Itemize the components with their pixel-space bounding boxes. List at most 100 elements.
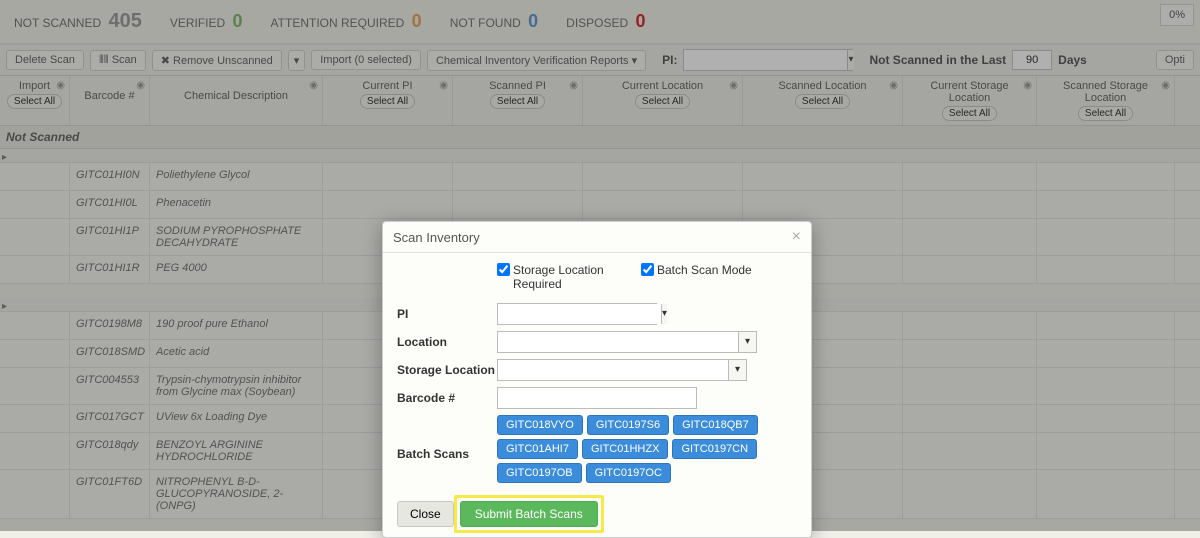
filter-icon[interactable]: ◉	[889, 80, 898, 91]
select-all-scanned-pi[interactable]: Select All	[490, 94, 545, 109]
close-icon[interactable]: ×	[792, 228, 801, 246]
select-all-current-loc[interactable]: Select All	[635, 94, 690, 109]
col-barcode[interactable]: ◉ Barcode #	[70, 76, 150, 125]
filter-icon[interactable]: ◉	[1023, 80, 1032, 91]
cell-barcode: GITC0198M8	[70, 312, 150, 339]
stat-disposed: DISPOSED 0	[566, 11, 645, 32]
batch-scan-tag[interactable]: GITC0197S6	[587, 415, 669, 435]
days-input[interactable]	[1012, 50, 1052, 70]
remove-unscanned-label: Remove Unscanned	[173, 55, 273, 67]
col-scanned-pi[interactable]: ◉ Scanned PI Select All	[453, 76, 583, 125]
toolbar-pi-input[interactable]	[684, 50, 847, 70]
batch-mode-input[interactable]	[641, 263, 654, 276]
cell-barcode: GITC01HI0L	[70, 191, 150, 218]
section-not-scanned: Not Scanned	[0, 126, 1200, 149]
cell-scanned-stor	[1037, 433, 1175, 469]
stats-bar: NOT SCANNED 405 VERIFIED 0 ATTENTION REQ…	[0, 0, 1200, 44]
col-current-storage[interactable]: ◉ Current Storage Location Select All	[903, 76, 1037, 125]
modal-storage-input[interactable]	[498, 360, 728, 380]
import-selected-button[interactable]: Import (0 selected)	[311, 50, 421, 70]
cell-barcode: GITC018qdy	[70, 433, 150, 469]
modal-storage-select[interactable]: ▾	[497, 359, 747, 381]
cell-scanned-stor	[1037, 312, 1175, 339]
batch-scan-tag[interactable]: GITC018QB7	[673, 415, 758, 435]
batch-scan-tag[interactable]: GITC01HHZX	[582, 439, 668, 459]
select-all-scanned-loc[interactable]: Select All	[795, 94, 850, 109]
modal-title: Scan Inventory	[393, 230, 480, 245]
modal-pi-input[interactable]	[498, 304, 661, 324]
col-current-location[interactable]: ◉ Current Location Select All	[583, 76, 743, 125]
remove-unscanned-dropdown[interactable]: ▾	[288, 50, 306, 71]
toolbar-pi-select[interactable]: ▾	[683, 49, 853, 71]
filter-icon[interactable]: ◉	[569, 80, 578, 91]
chevron-down-icon[interactable]: ▾	[661, 304, 667, 324]
modal-pi-select[interactable]: ▾	[497, 303, 657, 325]
modal-barcode-label: Barcode #	[397, 387, 497, 405]
cell-current-stor	[903, 470, 1037, 518]
not-scanned-last-label: Not Scanned in the Last	[869, 53, 1006, 67]
remove-unscanned-button[interactable]: ✖ Remove Unscanned	[152, 50, 282, 71]
batch-scan-tag[interactable]: GITC018VYO	[497, 415, 583, 435]
batch-scan-tag[interactable]: GITC01AHI7	[497, 439, 578, 459]
col-current-pi-label: Current PI	[329, 80, 446, 92]
chevron-down-icon[interactable]: ▾	[847, 50, 853, 70]
cell-import	[0, 433, 70, 469]
modal-barcode-input[interactable]	[497, 387, 697, 409]
cell-description: Trypsin-chymotrypsin inhibitor from Glyc…	[150, 368, 323, 404]
cell-current-stor	[903, 219, 1037, 255]
cell-barcode: GITC017GCT	[70, 405, 150, 432]
modal-location-select[interactable]: ▾	[497, 331, 757, 353]
stat-attention-value: 0	[412, 11, 422, 31]
select-all-current-pi[interactable]: Select All	[360, 94, 415, 109]
cell-current-stor	[903, 312, 1037, 339]
cell-barcode: GITC004553	[70, 368, 150, 404]
cell-current-stor	[903, 340, 1037, 367]
close-button[interactable]: Close	[397, 501, 454, 527]
batch-scan-tag[interactable]: GITC0197OB	[497, 463, 582, 483]
submit-batch-scans-button[interactable]: Submit Batch Scans	[460, 501, 598, 527]
filter-icon[interactable]: ◉	[1161, 80, 1170, 91]
filter-icon[interactable]: ◉	[729, 80, 738, 91]
cell-scanned-loc	[743, 191, 903, 218]
cell-scanned-stor	[1037, 368, 1175, 404]
table-row[interactable]: GITC01HI0NPoliethylene Glycol	[0, 163, 1200, 191]
col-barcode-label: Barcode #	[76, 90, 143, 102]
scan-button[interactable]: ⦀⦀ Scan	[90, 50, 146, 71]
cell-scanned-stor	[1037, 256, 1175, 283]
cell-description: PEG 4000	[150, 256, 323, 283]
col-current-pi[interactable]: ◉ Current PI Select All	[323, 76, 453, 125]
cell-description: Phenacetin	[150, 191, 323, 218]
cell-import	[0, 256, 70, 283]
filter-icon[interactable]: ◉	[439, 80, 448, 91]
filter-icon[interactable]: ◉	[56, 80, 65, 91]
select-all-scanned-stor[interactable]: Select All	[1078, 106, 1133, 121]
filter-icon[interactable]: ◉	[309, 80, 318, 91]
filter-icon[interactable]: ◉	[136, 80, 145, 91]
col-scanned-storage[interactable]: ◉ Scanned Storage Location Select All	[1037, 76, 1175, 125]
stat-not-scanned: NOT SCANNED 405	[14, 10, 142, 33]
col-description[interactable]: ◉ Chemical Description	[150, 76, 323, 125]
stat-not-found-label: NOT FOUND	[450, 16, 521, 30]
chevron-down-icon[interactable]: ▾	[738, 332, 756, 352]
col-scanned-stor-label: Scanned Storage Location	[1043, 80, 1168, 104]
batch-scan-tag[interactable]: GITC0197CN	[672, 439, 757, 459]
options-button[interactable]: Opti	[1156, 50, 1194, 70]
storage-required-input[interactable]	[497, 263, 510, 276]
storage-required-checkbox[interactable]: Storage Location Required	[497, 263, 623, 291]
batch-mode-checkbox[interactable]: Batch Scan Mode	[641, 263, 752, 291]
modal-location-input[interactable]	[498, 332, 738, 352]
days-label: Days	[1058, 53, 1087, 67]
chevron-down-icon[interactable]: ▾	[728, 360, 746, 380]
batch-scan-tag[interactable]: GITC0197OC	[586, 463, 671, 483]
select-all-current-stor[interactable]: Select All	[942, 106, 997, 121]
delete-scan-button[interactable]: Delete Scan	[6, 50, 84, 70]
cell-description: Acetic acid	[150, 340, 323, 367]
stat-verified-label: VERIFIED	[170, 16, 225, 30]
select-all-import[interactable]: Select All	[7, 94, 62, 109]
table-row[interactable]: GITC01HI0LPhenacetin	[0, 191, 1200, 219]
batch-mode-label: Batch Scan Mode	[657, 263, 752, 277]
reports-dropdown[interactable]: Chemical Inventory Verification Reports …	[427, 50, 646, 71]
x-icon: ✖	[161, 55, 170, 67]
col-scanned-location[interactable]: ◉ Scanned Location Select All	[743, 76, 903, 125]
cell-scanned-stor	[1037, 163, 1175, 190]
